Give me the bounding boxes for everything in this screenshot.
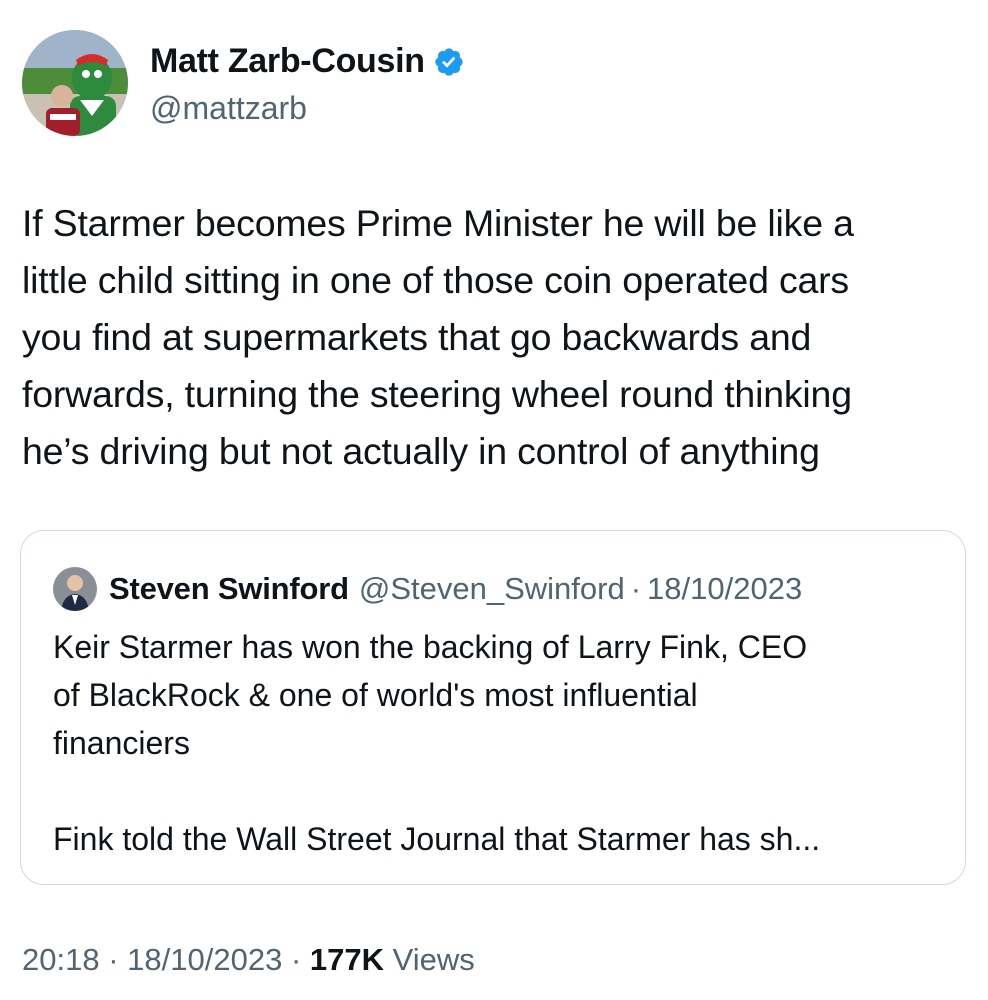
quoted-author-handle[interactable]: @Steven_Swinford: [359, 571, 625, 607]
author-avatar[interactable]: [22, 30, 128, 136]
author-handle[interactable]: @mattzarb: [150, 90, 307, 127]
author-avatar-photo: [22, 30, 128, 136]
quoted-tweet-separator: ·: [630, 571, 642, 606]
tweet-meta-separator: ·: [108, 942, 119, 977]
quoted-author-avatar[interactable]: [53, 567, 97, 611]
tweet-date[interactable]: 18/10/2023: [127, 942, 282, 977]
tweet-time[interactable]: 20:18: [22, 942, 100, 977]
quoted-author-avatar-photo: [53, 567, 97, 611]
quoted-tweet-header: Steven Swinford @Steven_Swinford · 18/10…: [53, 567, 802, 611]
tweet-meta-separator: ·: [290, 942, 302, 977]
tweet-text: If Starmer becomes Prime Minister he wil…: [22, 202, 854, 472]
verified-badge-icon[interactable]: [433, 46, 465, 78]
quoted-tweet-card[interactable]: Steven Swinford @Steven_Swinford · 18/10…: [20, 530, 966, 885]
author-name[interactable]: Matt Zarb-Cousin: [150, 42, 425, 81]
views-label: Views: [392, 942, 475, 977]
tweet-meta: 20:18 · 18/10/2023 · 177K Views: [22, 942, 475, 978]
quoted-tweet-text: Keir Starmer has won the backing of Larr…: [53, 629, 821, 857]
quoted-author-name[interactable]: Steven Swinford: [109, 571, 349, 607]
views-count[interactable]: 177K: [310, 942, 384, 977]
quoted-tweet-date[interactable]: 18/10/2023: [647, 571, 802, 607]
